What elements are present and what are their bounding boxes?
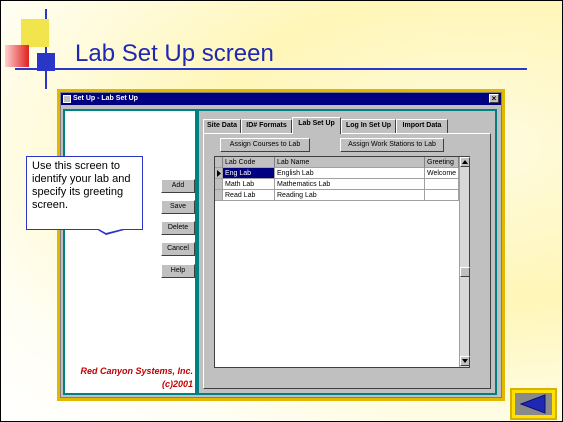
right-pane: Site Data ID# Formats Lab Set Up Log In … <box>197 109 497 395</box>
assign-courses-button[interactable]: Assign Courses to Lab <box>220 138 310 152</box>
table-row[interactable]: Math Lab Mathematics Lab <box>215 179 459 190</box>
triangle-down-icon <box>462 359 468 363</box>
app-window: Set Up - Lab Set Up × Add Save Delete Ca… <box>57 89 505 401</box>
scroll-thumb[interactable] <box>460 267 470 277</box>
delete-button[interactable]: Delete <box>161 221 195 235</box>
grid-vertical-scrollbar[interactable] <box>459 157 470 367</box>
cell-greeting[interactable] <box>425 190 459 201</box>
window-titlebar[interactable]: Set Up - Lab Set Up × <box>61 93 501 105</box>
lab-grid[interactable]: Lab Code Lab Name Greeting Eng Lab Engli… <box>214 156 470 368</box>
tab-lab-set-up[interactable]: Lab Set Up <box>292 117 341 134</box>
row-selector[interactable] <box>215 168 223 179</box>
row-selector[interactable] <box>215 179 223 190</box>
window-title: Set Up - Lab Set Up <box>73 95 138 102</box>
triangle-left-icon <box>519 394 546 414</box>
cell-lab-name[interactable]: Mathematics Lab <box>275 179 425 190</box>
brand-name: Red Canyon Systems, Inc. <box>80 366 193 376</box>
row-selector-header <box>215 157 223 168</box>
brand-copyright: (c)2001 <box>161 379 193 389</box>
window-body: Set Up - Lab Set Up × Add Save Delete Ca… <box>60 92 502 398</box>
tab-import-data[interactable]: Import Data <box>396 119 448 133</box>
app-icon <box>63 95 71 103</box>
tab-id-formats[interactable]: ID# Formats <box>241 119 292 133</box>
grid-header-row: Lab Code Lab Name Greeting <box>215 157 459 168</box>
left-pane: Add Save Delete Cancel Help Red Canyon S… <box>63 109 197 395</box>
cell-lab-name[interactable]: English Lab <box>275 168 425 179</box>
tab-site-data[interactable]: Site Data <box>203 119 241 133</box>
add-button[interactable]: Add <box>161 179 195 193</box>
cell-lab-code[interactable]: Read Lab <box>223 190 275 201</box>
column-header-greeting[interactable]: Greeting <box>425 157 459 168</box>
decor-yellow-square <box>21 19 49 47</box>
cell-lab-code[interactable]: Eng Lab <box>223 168 275 179</box>
cancel-button[interactable]: Cancel <box>161 242 195 256</box>
column-header-lab-code[interactable]: Lab Code <box>223 157 275 168</box>
callout-note: Use this screen to identify your lab and… <box>26 156 143 230</box>
assign-workstations-button[interactable]: Assign Work Stations to Lab <box>340 138 444 152</box>
slide-title: Lab Set Up screen <box>75 40 274 67</box>
save-button[interactable]: Save <box>161 200 195 214</box>
title-underline <box>15 68 527 70</box>
triangle-up-icon <box>462 160 468 164</box>
table-row[interactable]: Read Lab Reading Lab <box>215 190 459 201</box>
scroll-down-button[interactable] <box>460 356 470 366</box>
help-button[interactable]: Help <box>161 264 195 278</box>
tab-log-in-set-up[interactable]: Log In Set Up <box>341 119 396 133</box>
back-nav-face <box>515 393 552 415</box>
brand-block: Red Canyon Systems, Inc. (c)2001 <box>73 365 193 391</box>
column-header-lab-name[interactable]: Lab Name <box>275 157 425 168</box>
row-selector[interactable] <box>215 190 223 201</box>
table-row[interactable]: Eng Lab English Lab Welcome <box>215 168 459 179</box>
tab-panel-lab-set-up: Assign Courses to Lab Assign Work Statio… <box>203 133 491 389</box>
triangle-right-icon <box>217 170 221 177</box>
close-button[interactable]: × <box>489 94 499 103</box>
cell-greeting[interactable]: Welcome <box>425 168 459 179</box>
cell-lab-code[interactable]: Math Lab <box>223 179 275 190</box>
cell-lab-name[interactable]: Reading Lab <box>275 190 425 201</box>
slide: Lab Set Up screen Set Up - Lab Set Up × … <box>0 0 563 422</box>
scroll-up-button[interactable] <box>460 157 470 167</box>
decor-red-square <box>5 45 29 67</box>
back-nav-button[interactable] <box>510 388 557 420</box>
callout-tail-fill <box>97 228 126 233</box>
cell-greeting[interactable] <box>425 179 459 190</box>
